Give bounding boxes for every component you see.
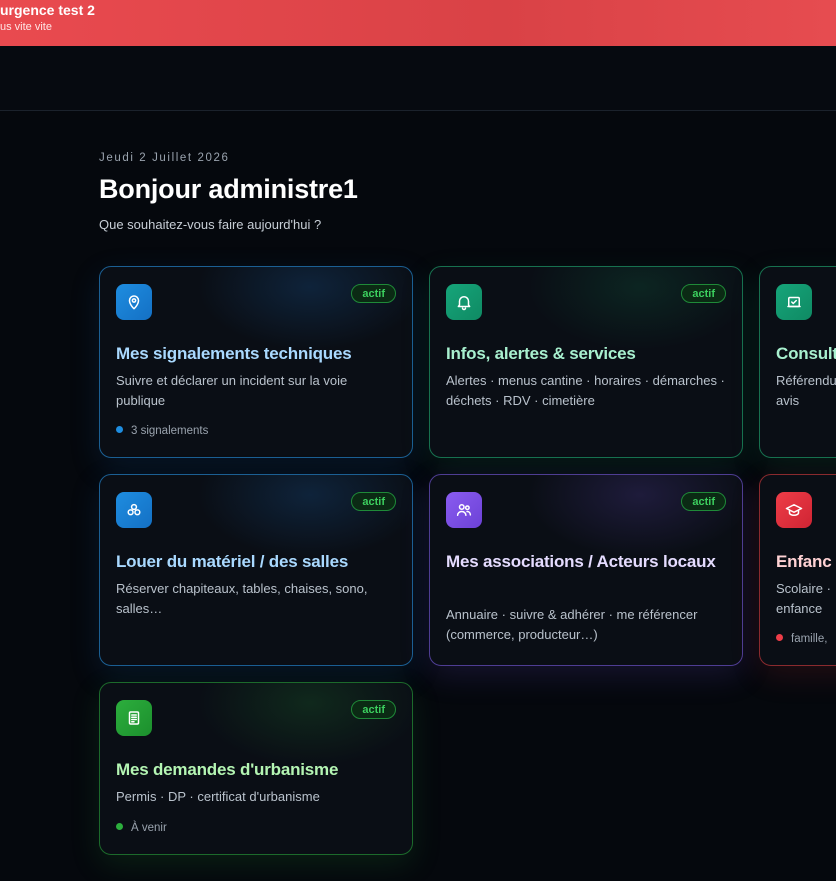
page-title: Bonjour administre1 (99, 174, 358, 204)
card-location-materiel[interactable]: actif Louer du matériel / des salles Rés… (99, 474, 413, 666)
card-signalements[interactable]: actif Mes signalements techniques Suivre… (99, 266, 413, 458)
card-title: Mes associations / Acteurs locaux (446, 552, 716, 571)
card-title: Mes signalements techniques (116, 344, 352, 363)
status-badge: actif (681, 284, 726, 303)
card-infos-alertes[interactable]: actif Infos, alertes & services Alertes … (429, 266, 743, 458)
status-badge: actif (351, 700, 396, 719)
card-meta: famille, (776, 633, 827, 645)
card-title: Mes demandes d'urbanisme (116, 760, 339, 779)
meta-text: 3 signalements (131, 425, 209, 437)
status-dot (776, 634, 783, 641)
card-enfance[interactable]: Enfanc Scolaire · enfance famille, (759, 474, 836, 666)
vote-icon (776, 284, 812, 320)
card-meta: 3 signalements (116, 425, 208, 437)
current-date: Jeudi 2 Juillet 2026 (99, 152, 230, 164)
card-urbanisme[interactable]: actif Mes demandes d'urbanisme Permis · … (99, 682, 413, 855)
meta-text: À venir (131, 822, 167, 834)
building-document-icon (116, 700, 152, 736)
card-description: Suivre et déclarer un incident sur la vo… (116, 373, 348, 408)
status-dot (116, 426, 123, 433)
emergency-alert-banner[interactable]: urgence test 2 us vite vite (0, 0, 836, 46)
card-associations[interactable]: actif Mes associations / Acteurs locaux … (429, 474, 743, 666)
page: urgence test 2 us vite vite Jeudi 2 Juil… (0, 0, 836, 881)
card-consultations[interactable]: Consult Référendu avis (759, 266, 836, 458)
card-description: Réserver chapiteaux, tables, chaises, so… (116, 581, 368, 616)
card-meta: À venir (116, 822, 167, 834)
meta-text: famille, (791, 633, 828, 645)
card-description: Scolaire · enfance (776, 581, 831, 616)
status-badge: actif (351, 492, 396, 511)
card-title: Infos, alertes & services (446, 344, 636, 363)
status-badge: actif (681, 492, 726, 511)
boxes-icon (116, 492, 152, 528)
card-title: Louer du matériel / des salles (116, 552, 349, 571)
card-description: Référendu avis (776, 373, 836, 408)
card-description: Annuaire · suivre & adhérer · me référen… (446, 607, 698, 642)
card-description: Alertes · menus cantine · horaires · dém… (446, 373, 725, 408)
page-subtitle: Que souhaitez-vous faire aujourd'hui ? (99, 217, 322, 232)
alert-title: urgence test 2 (0, 2, 95, 18)
bell-icon (446, 284, 482, 320)
card-description: Permis · DP · certificat d'urbanisme (116, 789, 320, 804)
graduation-cap-icon (776, 492, 812, 528)
users-icon (446, 492, 482, 528)
map-pin-icon (116, 284, 152, 320)
status-badge: actif (351, 284, 396, 303)
top-bar (0, 46, 836, 111)
status-dot (116, 823, 123, 830)
alert-message: us vite vite (0, 21, 52, 33)
card-title: Consult (776, 344, 836, 363)
card-title: Enfanc (776, 552, 832, 571)
